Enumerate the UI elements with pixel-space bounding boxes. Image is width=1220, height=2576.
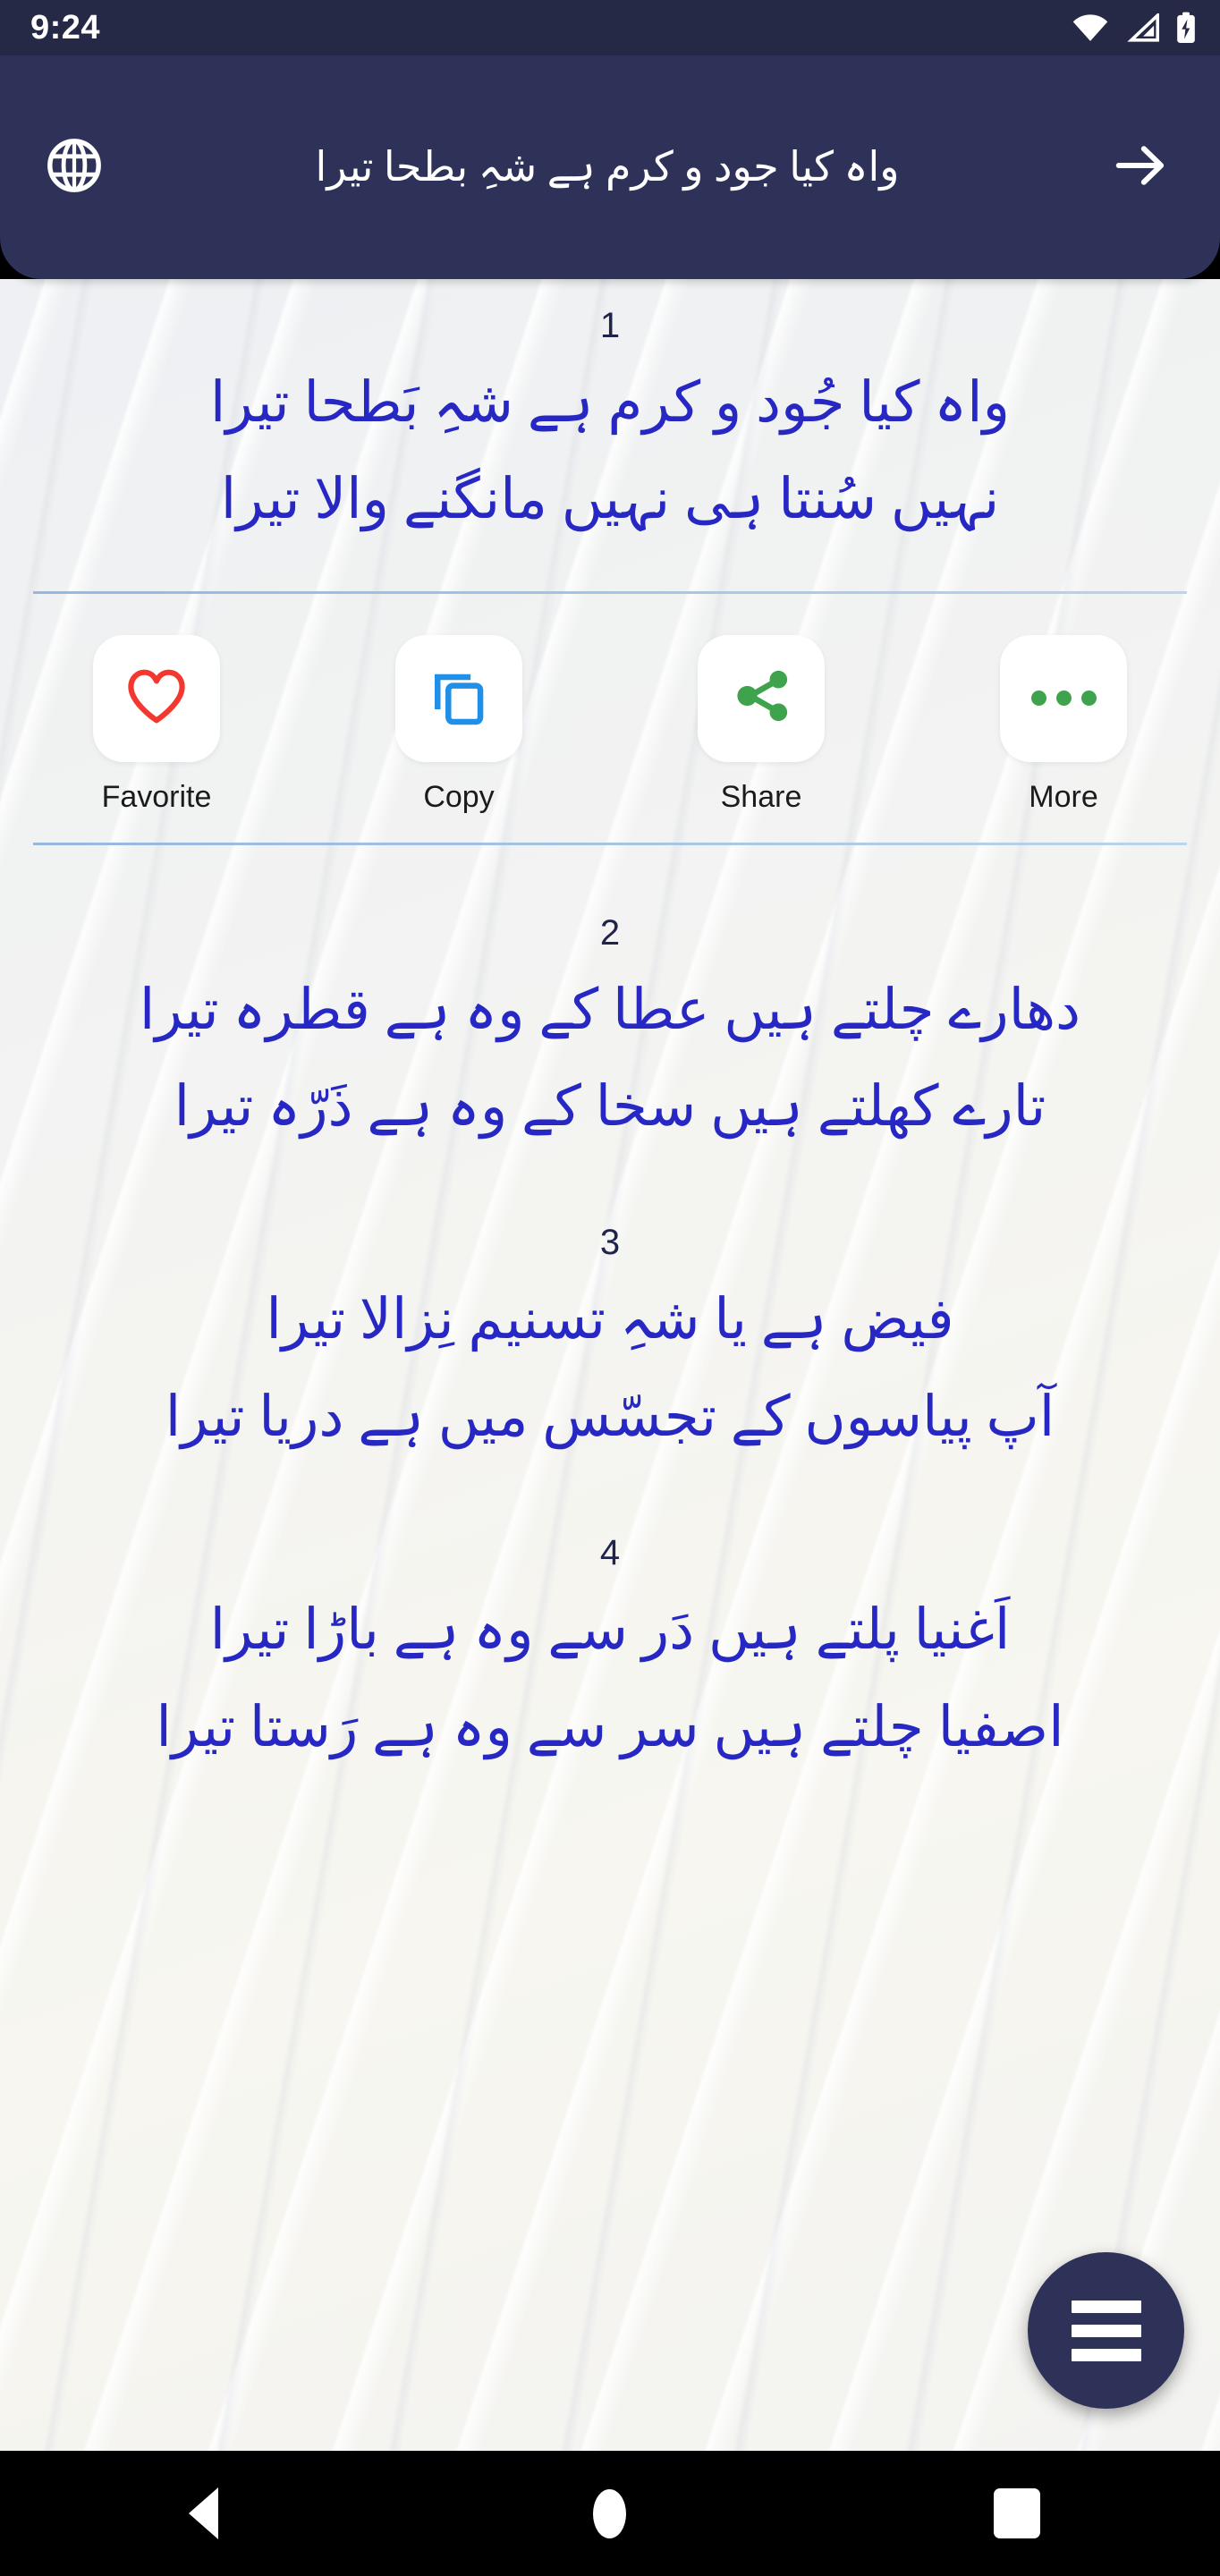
verse-line: اَغنیا پلتے ہیں دَر سے وہ ہے باڑا تیرا <box>209 1598 1011 1662</box>
action-buttons-row: Favorite Copy Share More <box>0 594 1220 843</box>
arrow-right-icon <box>1111 136 1170 199</box>
poem-scroller[interactable]: 1 واہ کیا جُود و کرم ہے شہِ بَطحا تیرا ن… <box>0 279 1220 2451</box>
verse-lines: واہ کیا جُود و کرم ہے شہِ بَطحا تیرا نہی… <box>23 354 1197 548</box>
page-title: واہ کیا جود و کرم ہے شہِ بطحا تیرا <box>315 144 900 191</box>
phone-screen: 9:24 واہ کیا جود و کرم ہے شہِ بطحا تیرا … <box>0 0 1220 2576</box>
status-bar-icons <box>1072 12 1197 44</box>
share-icon <box>727 662 795 734</box>
hamburger-menu-icon-bar2 <box>1071 2324 1141 2337</box>
divider-top <box>33 590 1187 594</box>
poem-content-area[interactable]: 1 واہ کیا جُود و کرم ہے شہِ بَطحا تیرا ن… <box>0 279 1220 2451</box>
divider-bottom <box>33 842 1187 845</box>
action-toolbar: Favorite Copy Share More <box>0 590 1220 845</box>
verse-block[interactable]: 4 اَغنیا پلتے ہیں دَر سے وہ ہے باڑا تیرا… <box>0 1535 1220 1775</box>
battery-charging-icon <box>1175 12 1197 44</box>
cellular-signal-icon <box>1125 13 1159 42</box>
verse-line: نہیں سُنتا ہی نہیں مانگنے والا تیرا <box>220 468 1000 531</box>
verse-line: اصفیا چلتے ہیں سر سے وہ ہے رَستا تیرا <box>156 1695 1064 1758</box>
hamburger-menu-icon-bar3 <box>1071 2348 1141 2361</box>
android-nav-bar <box>0 2451 1220 2576</box>
more-label: More <box>1029 779 1098 814</box>
home-circle-icon <box>593 2488 627 2538</box>
verse-line: دھارے چلتے ہیں عطا کے وہ ہے قطرہ تیرا <box>139 978 1081 1041</box>
verse-number: 4 <box>599 1533 621 1573</box>
next-button[interactable] <box>1091 136 1190 199</box>
more-dots-icon <box>1030 691 1097 707</box>
copy-button[interactable]: Copy <box>392 634 526 814</box>
more-button[interactable]: More <box>996 634 1131 814</box>
share-label: Share <box>720 779 802 814</box>
hamburger-menu-icon <box>1071 2300 1141 2313</box>
verse-block[interactable]: 3 فیض ہے یا شہِ تسنیم نِزالا تیرا آپ پیا… <box>0 1224 1220 1465</box>
verse-lines: دھارے چلتے ہیں عطا کے وہ ہے قطرہ تیرا تا… <box>23 962 1197 1156</box>
verse-lines: اَغنیا پلتے ہیں دَر سے وہ ہے باڑا تیرا ا… <box>23 1581 1197 1775</box>
favorite-tile <box>93 634 220 762</box>
favorite-label: Favorite <box>101 779 212 814</box>
verse-number: 3 <box>599 1223 621 1263</box>
verse-line: واہ کیا جُود و کرم ہے شہِ بَطحا تیرا <box>209 371 1011 434</box>
verse-block[interactable]: 1 واہ کیا جُود و کرم ہے شہِ بَطحا تیرا ن… <box>0 279 1220 548</box>
globe-icon <box>44 135 105 200</box>
copy-icon <box>426 663 492 733</box>
favorite-button[interactable]: Favorite <box>89 634 224 814</box>
status-bar-clock: 9:24 <box>30 9 101 47</box>
verse-lines: فیض ہے یا شہِ تسنیم نِزالا تیرا آپ پیاسو… <box>23 1271 1197 1465</box>
nav-recents-button[interactable] <box>936 2451 1097 2576</box>
verse-line: تارے کھلتے ہیں سخا کے وہ ہے ذَرّہ تیرا <box>174 1075 1046 1139</box>
verse-block[interactable]: 2 دھارے چلتے ہیں عطا کے وہ ہے قطرہ تیرا … <box>0 915 1220 1156</box>
back-triangle-icon <box>188 2487 218 2539</box>
recents-square-icon <box>993 2488 1040 2538</box>
verse-number: 2 <box>599 912 621 953</box>
verse-line: فیض ہے یا شہِ تسنیم نِزالا تیرا <box>266 1288 954 1352</box>
share-button[interactable]: Share <box>694 634 828 814</box>
status-bar: 9:24 <box>0 0 1220 55</box>
heart-icon <box>122 661 191 735</box>
menu-fab[interactable] <box>1028 2252 1184 2409</box>
copy-label: Copy <box>423 779 495 814</box>
nav-back-button[interactable] <box>123 2451 284 2576</box>
nav-home-button[interactable] <box>530 2451 690 2576</box>
copy-tile <box>395 634 522 762</box>
app-bar: واہ کیا جود و کرم ہے شہِ بطحا تیرا <box>0 55 1220 279</box>
verse-line: آپ پیاسوں کے تجسّس میں ہے دریا تیرا <box>165 1385 1055 1448</box>
share-tile <box>698 634 825 762</box>
wifi-icon <box>1072 13 1109 42</box>
language-button[interactable] <box>25 135 123 200</box>
verse-number: 1 <box>599 306 621 345</box>
more-tile <box>1000 634 1127 762</box>
